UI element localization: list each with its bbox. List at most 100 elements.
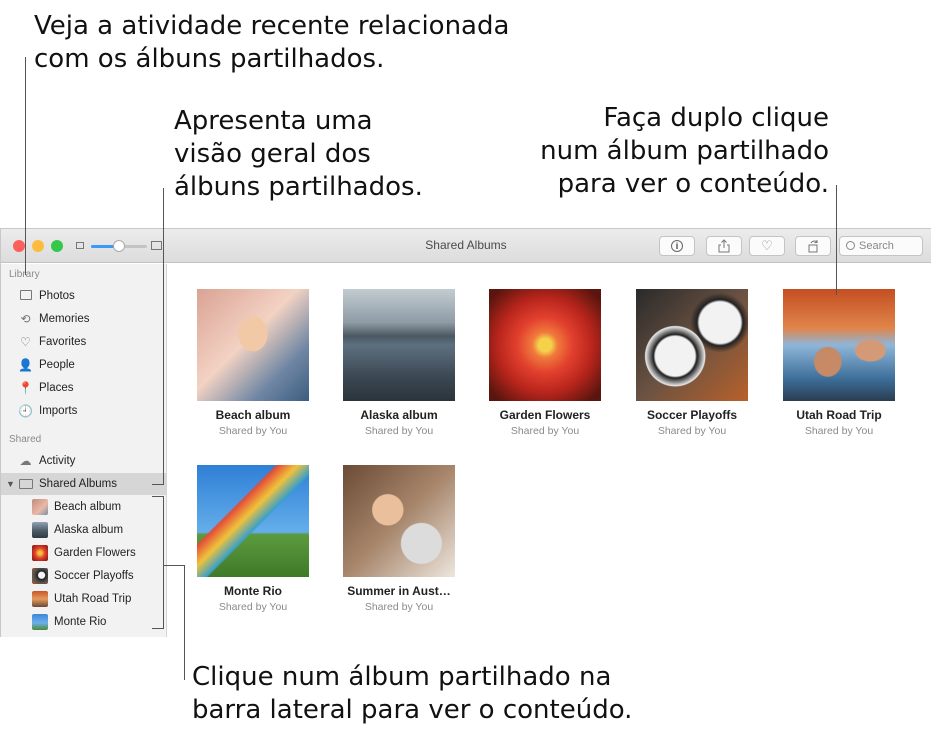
album-thumbnail	[32, 499, 48, 515]
sidebar-album-beach[interactable]: Beach album	[1, 496, 166, 518]
album-thumbnail	[32, 522, 48, 538]
sidebar: Library Photos ⟲ Memories ♡ Favorites 👤 …	[1, 264, 167, 637]
album-thumbnail	[32, 568, 48, 584]
callout-leader-line	[184, 565, 185, 680]
sidebar-item-label: Memories	[39, 313, 90, 325]
sidebar-item-label: Favorites	[39, 336, 87, 348]
disclosure-triangle-icon[interactable]: ▼	[6, 473, 15, 495]
album-name: Beach album	[215, 408, 291, 422]
shared-header: Shared	[9, 434, 42, 445]
sidebar-item-shared-albums[interactable]: ▼ Shared Albums	[1, 473, 166, 495]
callout-overview: Apresenta uma visão geral dos álbuns par…	[174, 105, 423, 204]
photos-icon	[18, 289, 33, 303]
callout-line: para ver o conteúdo.	[557, 169, 829, 199]
album-cover[interactable]	[343, 289, 455, 401]
album-cover[interactable]	[489, 289, 601, 401]
person-icon: 👤	[18, 358, 33, 372]
album-name: Utah Road Trip	[796, 408, 882, 422]
album-shared-by: Shared by You	[657, 425, 727, 437]
zoom-slider[interactable]	[91, 240, 147, 252]
slider-knob[interactable]	[113, 240, 125, 252]
sidebar-item-places[interactable]: 📍 Places	[1, 377, 166, 399]
callout-line: Veja a atividade recente relacionada	[34, 11, 510, 41]
callout-line: Apresenta uma	[174, 106, 373, 136]
sidebar-album-utah[interactable]: Utah Road Trip	[1, 588, 166, 610]
callout-sidebar-click: Clique num álbum partilhado na barra lat…	[192, 661, 632, 727]
album-name: Garden Flowers	[499, 408, 591, 422]
shared-albums-grid: Beach album Shared by You Alaska album S…	[168, 264, 931, 637]
sidebar-item-label: Alaska album	[54, 524, 124, 536]
small-photo-icon	[76, 242, 84, 249]
album-name: Soccer Playoffs	[646, 408, 738, 422]
album-shared-by: Shared by You	[218, 425, 288, 437]
sidebar-item-favorites[interactable]: ♡ Favorites	[1, 331, 166, 353]
sidebar-item-people[interactable]: 👤 People	[1, 354, 166, 376]
sidebar-item-label: Imports	[39, 405, 78, 417]
sidebar-album-monte-rio[interactable]: Monte Rio	[1, 611, 166, 633]
album-cover[interactable]	[197, 289, 309, 401]
callout-double-click: Faça duplo clique num álbum partilhado p…	[529, 102, 829, 201]
album-shared-by: Shared by You	[510, 425, 580, 437]
search-icon	[846, 241, 855, 250]
window-title: Shared Albums	[425, 238, 507, 252]
heart-icon: ♡	[20, 335, 31, 349]
callout-line: num álbum partilhado	[540, 136, 829, 166]
album-name: Alaska album	[360, 408, 438, 422]
info-icon: i	[671, 240, 683, 252]
pin-icon: 📍	[18, 381, 33, 395]
album-shared-by: Shared by You	[364, 601, 434, 613]
sidebar-item-label: People	[39, 359, 75, 371]
favorite-button[interactable]: ♡	[749, 236, 785, 256]
sidebar-item-activity[interactable]: ☁ Activity	[1, 450, 166, 472]
sidebar-item-label: Places	[39, 382, 74, 394]
sidebar-album-alaska[interactable]: Alaska album	[1, 519, 166, 541]
album-shared-by: Shared by You	[804, 425, 874, 437]
share-button[interactable]	[706, 236, 742, 256]
sidebar-item-label: Photos	[39, 290, 75, 302]
callout-line: Faça duplo clique	[603, 103, 829, 133]
zoom-button[interactable]	[51, 240, 63, 252]
heart-icon: ♡	[761, 238, 773, 253]
callout-leader-line	[836, 185, 837, 295]
album-shared-by: Shared by You	[364, 425, 434, 437]
info-button[interactable]: i	[659, 236, 695, 256]
sidebar-item-label: Beach album	[54, 501, 122, 513]
album-name: Summer in Aust…	[347, 584, 451, 598]
folder-icon	[18, 477, 33, 491]
album-cover[interactable]	[783, 289, 895, 401]
photos-window: Shared Albums i ♡ Search Library Photos …	[0, 228, 931, 637]
album-shared-by: Shared by You	[218, 601, 288, 613]
sidebar-item-imports[interactable]: 🕘 Imports	[1, 400, 166, 422]
sidebar-item-memories[interactable]: ⟲ Memories	[1, 308, 166, 330]
album-cover[interactable]	[343, 465, 455, 577]
album-name: Monte Rio	[224, 584, 282, 598]
callout-bracket	[163, 496, 164, 629]
sidebar-album-garden[interactable]: Garden Flowers	[1, 542, 166, 564]
callout-line: barra lateral para ver o conteúdo.	[192, 695, 633, 725]
callout-leader-line	[25, 57, 26, 275]
album-thumbnail	[32, 545, 48, 561]
album-thumbnail	[32, 591, 48, 607]
callout-line: visão geral dos	[174, 139, 371, 169]
rotate-button[interactable]	[795, 236, 831, 256]
album-cover[interactable]	[197, 465, 309, 577]
sidebar-item-label: Garden Flowers	[54, 547, 136, 559]
sidebar-album-soccer[interactable]: Soccer Playoffs	[1, 565, 166, 587]
sidebar-item-label: Utah Road Trip	[54, 593, 132, 605]
sidebar-item-photos[interactable]: Photos	[1, 285, 166, 307]
clock-icon: 🕘	[18, 404, 33, 418]
rotate-icon	[808, 240, 818, 253]
memories-icon: ⟲	[20, 312, 31, 326]
callout-line: com os álbuns partilhados.	[34, 44, 385, 74]
search-field[interactable]: Search	[839, 236, 923, 256]
callout-leader-line	[152, 484, 163, 485]
album-cover[interactable]	[636, 289, 748, 401]
title-bar: Shared Albums i ♡ Search	[1, 229, 931, 263]
close-button[interactable]	[13, 240, 25, 252]
minimize-button[interactable]	[32, 240, 44, 252]
sidebar-item-label: Soccer Playoffs	[54, 570, 134, 582]
callout-bracket	[152, 496, 163, 497]
cloud-icon: ☁	[19, 454, 32, 468]
callout-line: Clique num álbum partilhado na	[192, 662, 612, 692]
album-thumbnail	[32, 614, 48, 630]
